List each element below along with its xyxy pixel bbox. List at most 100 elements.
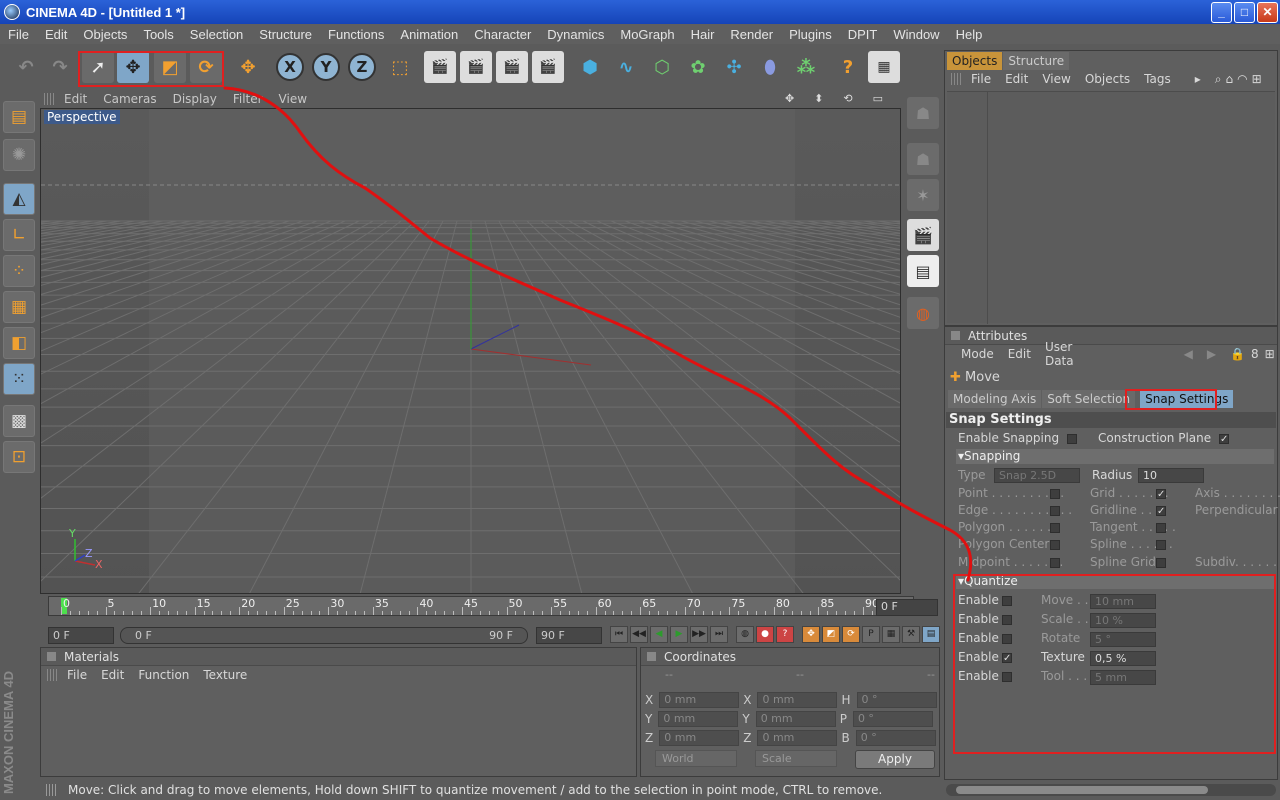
quantize-value-field[interactable]: 5 mm [1090, 670, 1156, 685]
tab-objects[interactable]: Objects [947, 52, 1003, 70]
coord-field[interactable]: 0 ° [856, 692, 937, 708]
menu-hair[interactable]: Hair [683, 27, 723, 42]
record-mode-icon[interactable]: ◍ [736, 626, 754, 643]
world-dropdown[interactable]: World [655, 750, 737, 767]
apply-button[interactable]: Apply [855, 750, 935, 769]
materials-menu-edit[interactable]: Edit [101, 668, 124, 682]
deformer-icon[interactable]: ✣ [718, 51, 750, 83]
more-arrow-icon[interactable]: ▸ [1195, 72, 1201, 86]
snap-option-checkbox[interactable] [1156, 523, 1166, 533]
render-settings-icon[interactable]: 🎬 [532, 51, 564, 83]
tab-modeling-axis[interactable]: Modeling Axis [948, 390, 1042, 408]
object-axis-icon[interactable]: ∟ [3, 219, 35, 251]
construction-plane-checkbox[interactable]: ✓ [1218, 433, 1229, 444]
render-region-icon[interactable]: 🎬 [460, 51, 492, 83]
menu-selection[interactable]: Selection [182, 27, 251, 42]
snap-option-checkbox[interactable] [1156, 540, 1166, 550]
key-tool-icon[interactable]: ⚒ [902, 626, 920, 643]
enable-snapping-checkbox[interactable] [1066, 433, 1077, 444]
key-pla-icon[interactable]: ▦ [882, 626, 900, 643]
forward-arrow-icon[interactable]: ▶ [1207, 347, 1216, 361]
menu-character[interactable]: Character [466, 27, 539, 42]
menu-dynamics[interactable]: Dynamics [539, 27, 612, 42]
timeline-ruler[interactable]: 0 5 10 15 20 25 30 35 40 45 50 55 60 65 70 75 80 85 90 [48, 596, 914, 616]
objects-menu-edit[interactable]: Edit [1005, 72, 1028, 86]
menu-tools[interactable]: Tools [135, 27, 181, 42]
points-mode-icon[interactable]: ⁘ [3, 255, 35, 287]
close-button[interactable]: ✕ [1257, 2, 1278, 23]
link-icon[interactable]: 8 [1251, 347, 1259, 361]
materials-menu-texture[interactable]: Texture [203, 668, 247, 682]
next-key-icon[interactable]: ▶▶ [690, 626, 708, 643]
viewport-menu-filter[interactable]: Filter [233, 92, 263, 106]
eye-icon[interactable]: ◠ [1237, 72, 1247, 86]
coord-field[interactable]: 0 mm [755, 711, 836, 727]
record-icon[interactable]: ● [756, 626, 774, 643]
timeline-icon[interactable]: ▦ [868, 51, 900, 83]
undo-icon[interactable]: ↶ [10, 51, 42, 83]
radius-field[interactable]: 10 [1138, 468, 1204, 483]
menu-structure[interactable]: Structure [251, 27, 320, 42]
y-axis-lock-icon[interactable]: Y [312, 53, 340, 81]
quantize-enable-checkbox[interactable] [1002, 634, 1012, 644]
maximize-view-icon[interactable]: ▭ [873, 92, 883, 105]
menu-plugins[interactable]: Plugins [781, 27, 840, 42]
attr-menu-edit[interactable]: Edit [1008, 347, 1031, 361]
prev-key-icon[interactable]: ◀◀ [630, 626, 648, 643]
snapping-group[interactable]: ▾Snapping [956, 449, 1274, 464]
objects-menu-objects[interactable]: Objects [1085, 72, 1130, 86]
coord-field[interactable]: 0 ° [855, 730, 936, 746]
ik-icon[interactable]: ✶ [907, 179, 939, 211]
attr-menu-mode[interactable]: Mode [961, 347, 994, 361]
timeline-settings-icon[interactable]: ▤ [922, 626, 940, 643]
panel-menu-icon[interactable] [47, 652, 56, 661]
menu-mograph[interactable]: MoGraph [612, 27, 682, 42]
globe-icon[interactable]: ◍ [907, 297, 939, 329]
menu-dpit[interactable]: DPIT [840, 27, 886, 42]
goto-start-icon[interactable]: ⏮ [610, 626, 628, 643]
current-frame-field[interactable]: 0 F [876, 599, 938, 616]
materials-menu-file[interactable]: File [67, 668, 87, 682]
start-frame-field[interactable]: 0 F [48, 626, 114, 644]
new-panel-icon[interactable]: ⊞ [1265, 347, 1275, 361]
coord-field[interactable]: 0 mm [658, 711, 739, 727]
model-mode-icon[interactable]: ◭ [3, 183, 35, 215]
viewport-menu-view[interactable]: View [279, 92, 307, 106]
character-pose-icon[interactable]: ☗ [907, 143, 939, 175]
play-forward-icon[interactable]: ▶ [670, 626, 688, 643]
tab-structure[interactable]: Structure [1003, 52, 1070, 70]
search-icon[interactable]: ⌕ [1215, 72, 1222, 87]
objects-menu-file[interactable]: File [971, 72, 991, 86]
coordinate-system-icon[interactable]: ⬚ [384, 51, 416, 83]
object-list[interactable] [947, 91, 1275, 324]
viewport-menu-edit[interactable]: Edit [64, 92, 87, 106]
snap-option-checkbox[interactable] [1050, 489, 1060, 499]
back-arrow-icon[interactable]: ◀ [1184, 347, 1193, 361]
orbit-icon[interactable]: ⟲ [843, 92, 852, 105]
live-selection-icon[interactable]: ✥ [232, 51, 264, 83]
scene-object-icon[interactable]: ⬮ [754, 51, 786, 83]
maximize-button[interactable]: □ [1234, 2, 1255, 23]
texture-mode-icon[interactable]: ▩ [3, 405, 35, 437]
menu-animation[interactable]: Animation [392, 27, 466, 42]
snap-option-checkbox[interactable] [1156, 558, 1166, 568]
quantize-value-field[interactable]: 5 ° [1090, 632, 1156, 647]
coord-field[interactable]: 0 mm [757, 730, 838, 746]
help-icon[interactable]: ? [832, 51, 864, 83]
attr-menu-userdata[interactable]: User Data [1045, 340, 1074, 368]
key-scale-icon[interactable]: ◩ [822, 626, 840, 643]
attributes-scrollbar[interactable] [946, 784, 1276, 796]
key-position-icon[interactable]: ✥ [802, 626, 820, 643]
quantize-enable-checkbox[interactable] [1002, 615, 1012, 625]
workplane-icon[interactable]: ⊡ [3, 441, 35, 473]
coord-field[interactable]: 0 ° [852, 711, 933, 727]
tab-soft-selection[interactable]: Soft Selection [1042, 390, 1136, 408]
play-backward-icon[interactable]: ◀ [650, 626, 668, 643]
cube-object-icon[interactable]: ⬢ [574, 51, 606, 83]
timeline[interactable]: 0 5 10 15 20 25 30 35 40 45 50 55 60 65 70 75 80 85 90 0 F [40, 596, 940, 618]
quantize-value-field[interactable]: 10 % [1090, 613, 1156, 628]
dolly-icon[interactable]: ⬍ [814, 92, 823, 105]
key-param-icon[interactable]: P [862, 626, 880, 643]
minimize-button[interactable]: _ [1211, 2, 1232, 23]
objects-menu-tags[interactable]: Tags [1144, 72, 1171, 86]
